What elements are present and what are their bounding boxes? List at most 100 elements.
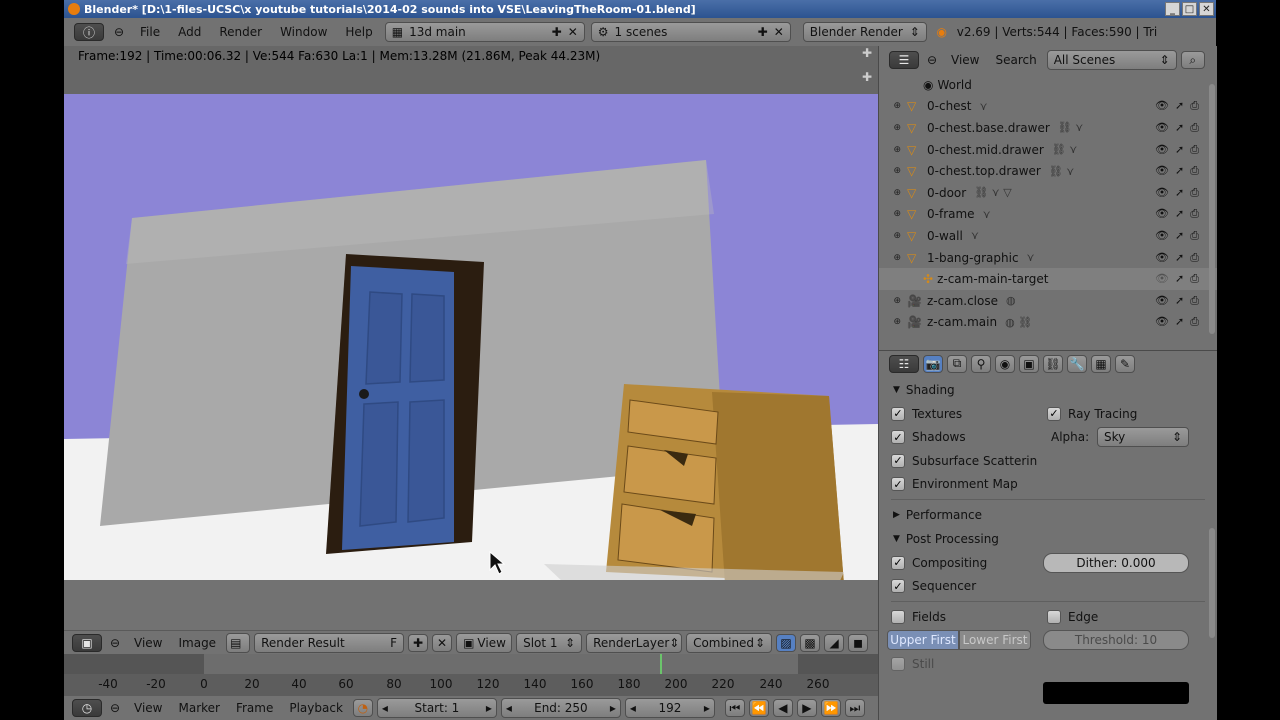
decrement-icon[interactable]: ◂ (506, 701, 512, 715)
menu-file[interactable]: File (134, 25, 166, 39)
end-frame-field[interactable]: ◂ End: 250 ▸ (500, 698, 621, 718)
camera-render-icon[interactable]: ⎙ (1190, 251, 1199, 265)
sequencer-checkbox-row[interactable]: ✓ Sequencer (879, 575, 1217, 599)
eye-icon[interactable]: 👁 (1155, 143, 1169, 157)
texture-tab-icon[interactable]: ✎ (1115, 354, 1135, 373)
select-cursor-icon[interactable]: ➚ (1175, 207, 1184, 221)
eye-icon[interactable]: 👁 (1155, 207, 1169, 221)
outliner-editor-type-icon[interactable]: ☰ (889, 51, 919, 69)
camera-render-icon[interactable]: ⎙ (1190, 272, 1199, 286)
compositing-checkbox-row[interactable]: ✓ Compositing Dither: 0.000 (879, 551, 1217, 575)
sss-checkbox-row[interactable]: ✓ Subsurface Scatterin (879, 449, 1217, 473)
outliner-row-0-chest-mid-drawer[interactable]: ⊕ ▽ 0-chest.mid.drawer ⛓ ⋎ 👁 ➚ ⎙ (879, 139, 1217, 161)
checkbox-checked-icon[interactable]: ✓ (891, 579, 905, 594)
collapse-menu-icon[interactable]: ⊖ (106, 699, 124, 717)
edge-color-swatch[interactable] (1043, 682, 1189, 704)
add-screen-icon[interactable]: ✚ (552, 25, 562, 39)
checkbox-unchecked-icon[interactable] (1047, 609, 1061, 624)
outliner-row-0-door[interactable]: ⊕ ▽ 0-door ⛓ ⋎ ▽ 👁 ➚ ⎙ (879, 182, 1217, 204)
jump-start-icon[interactable]: ⏮ (724, 699, 745, 717)
expand-icon[interactable]: ⊕ (879, 123, 907, 133)
dither-field[interactable]: Dither: 0.000 (1043, 552, 1189, 573)
constraints-tab-icon[interactable]: ⛓ (1043, 354, 1063, 373)
still-checkbox-row[interactable]: Still (879, 652, 1217, 676)
maximize-button[interactable]: □ (1182, 2, 1197, 16)
data-tab-icon[interactable]: ▦ (1091, 354, 1111, 373)
checkbox-unchecked-icon[interactable] (891, 609, 905, 624)
expand-icon[interactable]: ⊕ (879, 188, 907, 198)
select-cursor-icon[interactable]: ➚ (1175, 315, 1184, 329)
menu-view[interactable]: View (128, 636, 168, 650)
checkbox-checked-icon[interactable]: ✓ (891, 453, 905, 468)
threshold-field[interactable]: Threshold: 10 (1043, 630, 1189, 651)
checkbox-checked-icon[interactable]: ✓ (1047, 406, 1061, 421)
eye-icon[interactable]: 👁 (1155, 229, 1169, 243)
post-processing-panel-header[interactable]: ▼ Post Processing (879, 527, 1217, 551)
textures-checkbox-row[interactable]: ✓ Textures ✓ Ray Tracing (879, 402, 1217, 426)
add-scene-icon[interactable]: ✚ (758, 25, 768, 39)
fields-checkbox-row[interactable]: Fields Edge (879, 605, 1217, 629)
eye-icon[interactable]: 👁 (1155, 251, 1169, 265)
image-browse-button[interactable]: ▤ (226, 632, 251, 653)
area-corner-icon[interactable]: ✚ (862, 46, 872, 60)
stop-render-icon[interactable]: ◼ (848, 633, 869, 652)
collapse-menu-icon[interactable]: ⊖ (110, 23, 128, 41)
select-cursor-icon[interactable]: ➚ (1175, 99, 1184, 113)
properties-scrollbar[interactable] (1209, 528, 1215, 638)
lower-first-toggle[interactable]: Lower First (959, 630, 1031, 651)
properties-editor-type-icon[interactable]: ☷ (889, 354, 919, 373)
menu-frame[interactable]: Frame (230, 701, 279, 715)
checkbox-checked-icon[interactable]: ✓ (891, 430, 905, 445)
camera-render-icon[interactable]: ⎙ (1190, 99, 1199, 113)
select-cursor-icon[interactable]: ➚ (1175, 164, 1184, 178)
close-button[interactable]: ✕ (1199, 2, 1214, 16)
timeline-editor-type-icon[interactable]: ◷ (72, 699, 102, 717)
scene-tab-icon[interactable]: ⚲ (971, 354, 991, 373)
slot-dropdown[interactable]: Slot 1 ⇕ (516, 632, 583, 653)
current-frame-cursor[interactable] (660, 654, 662, 674)
modifiers-tab-icon[interactable]: 🔧 (1067, 354, 1087, 373)
world-tab-icon[interactable]: ◉ (995, 354, 1015, 373)
render-layer-dropdown[interactable]: RenderLayer ⇕ (586, 632, 683, 653)
area-corner-icon[interactable]: ✚ (862, 70, 872, 84)
jump-keyframe-back-icon[interactable]: ⏪ (748, 699, 769, 717)
increment-icon[interactable]: ▸ (704, 701, 710, 715)
outliner-filter-dropdown[interactable]: All Scenes ⇕ (1046, 50, 1177, 70)
render-layers-tab-icon[interactable]: ⧉ (947, 354, 967, 373)
menu-add[interactable]: Add (172, 25, 207, 39)
shading-panel-header[interactable]: ▼ Shading (879, 378, 1217, 402)
play-reverse-icon[interactable]: ◀ (772, 699, 793, 717)
eye-icon[interactable]: 👁 (1155, 121, 1169, 135)
expand-icon[interactable]: ⊕ (879, 296, 907, 306)
unlink-image-icon[interactable]: ✕ (432, 633, 453, 652)
draw-image-icon[interactable]: ▨ (776, 633, 797, 652)
render-tab-icon[interactable]: 📷 (923, 354, 943, 373)
performance-panel-header[interactable]: ▶ Performance (879, 503, 1217, 527)
expand-icon[interactable]: ⊕ (879, 166, 907, 176)
minimize-button[interactable]: _ (1165, 2, 1180, 16)
increment-icon[interactable]: ▸ (486, 701, 492, 715)
select-cursor-icon[interactable]: ➚ (1175, 186, 1184, 200)
current-frame-field[interactable]: ◂ 192 ▸ (624, 698, 715, 718)
outliner-row-0-wall[interactable]: ⊕ ▽ 0-wall ⋎ 👁 ➚ ⎙ (879, 225, 1217, 247)
preview-range-icon[interactable]: ◔ (352, 699, 373, 717)
collapse-menu-icon[interactable]: ⊖ (106, 634, 124, 652)
expand-icon[interactable]: ⊕ (879, 209, 907, 219)
object-tab-icon[interactable]: ▣ (1019, 354, 1039, 373)
outliner-search-icon[interactable]: ⌕ (1180, 51, 1205, 69)
eye-icon[interactable]: 👁 (1155, 99, 1169, 113)
expand-icon[interactable]: ⊕ (879, 317, 907, 327)
draw-alpha-icon[interactable]: ▩ (800, 633, 821, 652)
screen-layout-selector[interactable]: ▦ 13d main ✚ ✕ (384, 22, 585, 42)
menu-marker[interactable]: Marker (172, 701, 225, 715)
increment-icon[interactable]: ▸ (610, 701, 616, 715)
outliner-row-0-chest-top-drawer[interactable]: ⊕ ▽ 0-chest.top.drawer ⛓ ⋎ 👁 ➚ ⎙ (879, 160, 1217, 182)
camera-render-icon[interactable]: ⎙ (1190, 315, 1199, 329)
outliner-row-z-cam-main-target[interactable]: ✣ z-cam-main-target 👁 ➚ ⎙ (879, 268, 1217, 290)
select-cursor-icon[interactable]: ➚ (1175, 229, 1184, 243)
outliner-row-1-bang-graphic[interactable]: ⊕ ▽ 1-bang-graphic ⋎ 👁 ➚ ⎙ (879, 247, 1217, 269)
view-dropdown[interactable]: ▣ View (456, 632, 513, 653)
scene-selector[interactable]: ⚙ 1 scenes ✚ ✕ (590, 22, 791, 42)
decrement-icon[interactable]: ◂ (630, 701, 636, 715)
outliner-scrollbar[interactable] (1209, 84, 1215, 334)
